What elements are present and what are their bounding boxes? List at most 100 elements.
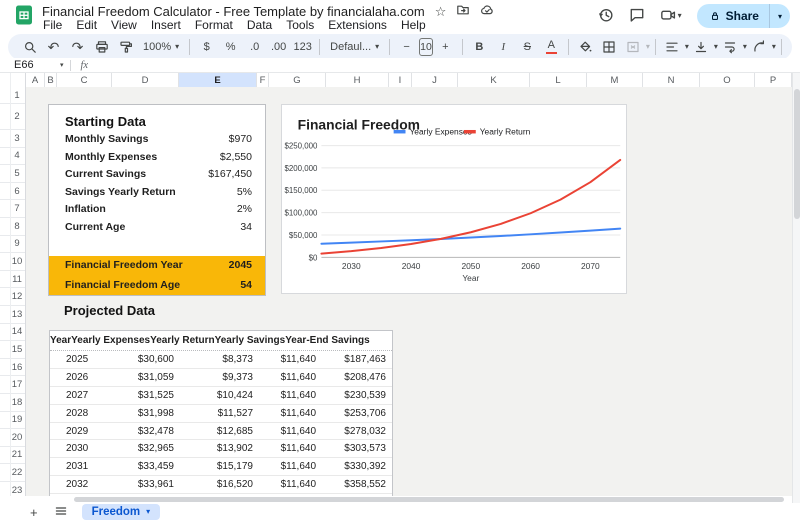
row-header[interactable]: 17 xyxy=(0,376,25,394)
select-all-corner[interactable] xyxy=(0,73,26,87)
column-header[interactable]: K xyxy=(458,73,530,87)
financial-freedom-result-row[interactable]: Financial Freedom Age 54 xyxy=(49,275,265,295)
meet-button[interactable]: ▾ xyxy=(660,7,682,25)
zoom-select[interactable]: 100% ▾ xyxy=(138,36,184,58)
menu-item[interactable]: View xyxy=(104,18,144,32)
sheet-tab-freedom[interactable]: Freedom ▾ xyxy=(82,504,161,520)
table-row[interactable]: 2030 $32,965 $13,902 $11,640 $303,573 xyxy=(50,440,392,458)
share-dropdown[interactable]: ▾ xyxy=(770,12,790,21)
chevron-down-icon[interactable]: ▾ xyxy=(60,61,64,69)
row-header[interactable]: 18 xyxy=(0,394,25,412)
row-header[interactable]: 6 xyxy=(0,183,25,201)
column-header[interactable]: D xyxy=(112,73,179,87)
paint-format-button[interactable] xyxy=(114,36,137,58)
row-header[interactable]: 11 xyxy=(0,271,25,289)
column-header[interactable]: N xyxy=(643,73,700,87)
column-header[interactable]: C xyxy=(57,73,112,87)
all-sheets-button[interactable] xyxy=(54,504,68,520)
column-header[interactable]: G xyxy=(269,73,326,87)
column-header[interactable]: I xyxy=(389,73,412,87)
table-row[interactable]: 2025 $30,600 $8,373 $11,640 $187,463 xyxy=(50,351,392,369)
increase-decimal-button[interactable]: .00 xyxy=(267,36,290,58)
financial-freedom-result-row[interactable]: Financial Freedom Year 2045 xyxy=(49,256,265,276)
row-header[interactable]: 12 xyxy=(0,288,25,306)
fill-color-button[interactable] xyxy=(574,36,597,58)
row-header[interactable]: 21 xyxy=(0,447,25,465)
comments-icon[interactable] xyxy=(629,7,645,25)
table-row[interactable]: 2027 $31,525 $10,424 $11,640 $230,539 xyxy=(50,387,392,405)
name-box[interactable]: E66 xyxy=(0,59,52,71)
text-rotation-button[interactable]: ▾ xyxy=(748,36,776,58)
star-icon[interactable]: ☆ xyxy=(435,5,447,18)
column-header[interactable]: F xyxy=(257,73,269,87)
text-color-button[interactable]: A xyxy=(540,36,563,58)
scrollbar-thumb[interactable] xyxy=(74,497,784,502)
row-header[interactable]: 19 xyxy=(0,412,25,430)
menu-item[interactable]: Edit xyxy=(69,18,104,32)
document-title[interactable]: Financial Freedom Calculator - Free Temp… xyxy=(42,4,425,19)
redo-button[interactable]: ↷ xyxy=(66,36,89,58)
version-history-icon[interactable] xyxy=(598,7,614,25)
font-select[interactable]: Defaul... ▾ xyxy=(325,36,384,58)
sheet-canvas[interactable]: Starting Data Monthly Savings $970 Month… xyxy=(26,87,792,496)
decrease-decimal-button[interactable]: .0 xyxy=(243,36,266,58)
share-button[interactable]: Share xyxy=(697,9,769,23)
starting-data-row[interactable]: Current Savings $167,450 xyxy=(49,165,265,183)
undo-button[interactable]: ↶ xyxy=(42,36,65,58)
menu-item[interactable]: Data xyxy=(240,18,279,32)
insert-link-button[interactable] xyxy=(787,36,792,58)
search-icon[interactable] xyxy=(18,36,41,58)
column-header[interactable]: L xyxy=(530,73,587,87)
column-header[interactable]: J xyxy=(412,73,458,87)
more-formats-button[interactable]: 123 xyxy=(291,36,314,58)
percent-format-button[interactable]: % xyxy=(219,36,242,58)
column-header[interactable]: M xyxy=(587,73,643,87)
column-header[interactable]: O xyxy=(700,73,755,87)
starting-data-row[interactable]: Inflation 2% xyxy=(49,201,265,219)
row-header[interactable]: 1 xyxy=(0,87,25,104)
menu-item[interactable]: Help xyxy=(394,18,433,32)
row-header[interactable]: 10 xyxy=(0,253,25,271)
sheets-logo[interactable] xyxy=(14,5,34,25)
column-header[interactable]: P xyxy=(755,73,792,87)
row-header[interactable]: 15 xyxy=(0,341,25,359)
menu-item[interactable]: File xyxy=(36,18,69,32)
row-header[interactable]: 16 xyxy=(0,359,25,377)
row-header[interactable]: 22 xyxy=(0,464,25,482)
table-row[interactable]: 2032 $33,961 $16,520 $11,640 $358,552 xyxy=(50,476,392,494)
table-row[interactable]: 2028 $31,998 $11,527 $11,640 $253,706 xyxy=(50,405,392,423)
currency-format-button[interactable]: $ xyxy=(195,36,218,58)
vertical-scrollbar[interactable] xyxy=(792,73,800,503)
starting-data-row[interactable]: Savings Yearly Return 5% xyxy=(49,183,265,201)
row-header[interactable]: 9 xyxy=(0,236,25,254)
row-header[interactable]: 14 xyxy=(0,324,25,342)
starting-data-row[interactable]: Monthly Savings $970 xyxy=(49,130,265,148)
starting-data-row[interactable]: Monthly Expenses $2,550 xyxy=(49,148,265,166)
menu-item[interactable]: Tools xyxy=(279,18,321,32)
horizontal-scrollbar[interactable] xyxy=(26,496,792,503)
table-row[interactable]: 2029 $32,478 $12,685 $11,640 $278,032 xyxy=(50,423,392,441)
add-sheet-button[interactable]: + xyxy=(30,506,38,519)
financial-freedom-chart-panel[interactable]: $0$50,000$100,000$150,000$200,000$250,00… xyxy=(281,104,627,294)
print-button[interactable] xyxy=(90,36,113,58)
column-header[interactable]: E xyxy=(179,73,257,87)
row-header[interactable]: 13 xyxy=(0,306,25,324)
table-row[interactable]: 2031 $33,459 $15,179 $11,640 $330,392 xyxy=(50,458,392,476)
italic-button[interactable]: I xyxy=(492,36,515,58)
row-header[interactable]: 5 xyxy=(0,165,25,183)
horizontal-align-button[interactable]: ▾ xyxy=(661,36,689,58)
row-header[interactable]: 7 xyxy=(0,200,25,218)
merge-cells-button[interactable]: ▾ xyxy=(622,36,650,58)
column-header[interactable]: B xyxy=(45,73,57,87)
row-header[interactable]: 4 xyxy=(0,148,25,166)
increase-font-size-button[interactable]: + xyxy=(434,36,457,58)
font-size-input[interactable]: 10 xyxy=(419,38,433,56)
column-header[interactable]: A xyxy=(26,73,45,87)
table-row[interactable]: 2026 $31,059 $9,373 $11,640 $208,476 xyxy=(50,369,392,387)
row-header[interactable]: 8 xyxy=(0,218,25,236)
starting-data-row[interactable]: Current Age 34 xyxy=(49,218,265,236)
menu-item[interactable]: Format xyxy=(188,18,240,32)
vertical-align-button[interactable]: ▾ xyxy=(690,36,718,58)
row-header[interactable]: 20 xyxy=(0,429,25,447)
text-wrap-button[interactable]: ▾ xyxy=(719,36,747,58)
